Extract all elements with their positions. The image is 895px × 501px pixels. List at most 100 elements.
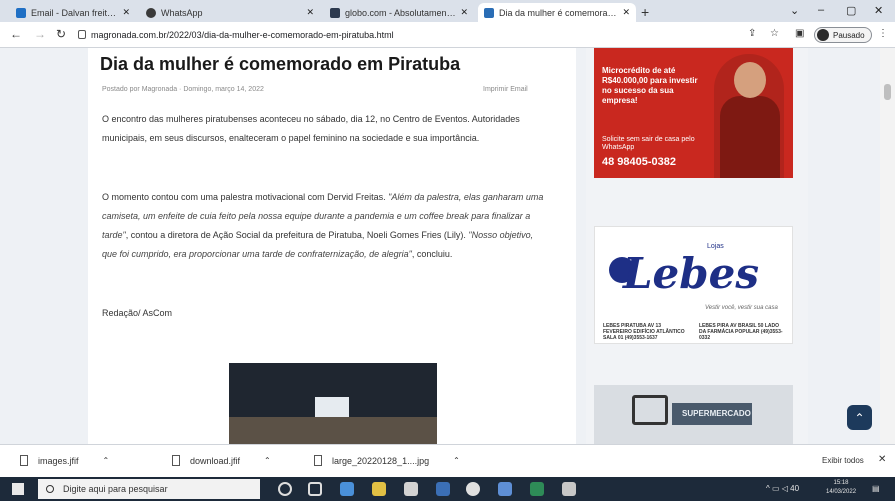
text: O momento contou com uma palestra motiva…: [102, 192, 389, 202]
forward-arrow-icon[interactable]: →: [34, 27, 46, 41]
ad-whatsapp-text: Solicite sem sair de casa pelo WhatsApp: [602, 136, 695, 151]
close-shelf-button[interactable]: ✕: [878, 454, 886, 465]
lebes-slogan: Vestir você, vestir sua casa: [705, 305, 778, 311]
close-window-button[interactable]: ✕: [874, 4, 883, 17]
paragraph-credit: Redação/ AsCom: [102, 308, 173, 318]
ad-phone: 48 98405-0382: [602, 156, 677, 168]
tab-article[interactable]: Dia da mulher é comemorado em ✕: [478, 3, 636, 22]
sidebar-icon[interactable]: ▣: [795, 28, 804, 39]
tab-label: WhatsApp: [161, 7, 203, 18]
ad-person-image: [714, 54, 784, 178]
close-icon[interactable]: ✕: [302, 7, 314, 18]
sidebar: Microcrédito de até R$40.000,00 para inv…: [586, 48, 808, 444]
download-name: download.jfif: [190, 455, 241, 466]
print-email-links[interactable]: Imprimir Email: [483, 86, 528, 93]
menu-icon[interactable]: ⋮: [878, 28, 888, 39]
notifications-icon[interactable]: ▤: [872, 484, 880, 493]
chrome-icon[interactable]: [466, 482, 480, 496]
mail-icon[interactable]: [404, 482, 418, 496]
scroll-to-top-button[interactable]: ⌃: [847, 405, 872, 430]
site-favicon-icon: [484, 7, 494, 18]
outlook-icon: [16, 7, 26, 18]
paragraph-2: O momento contou com uma palestra motiva…: [102, 188, 547, 264]
page-viewport: Dia da mulher é comemorado em Piratuba P…: [0, 48, 895, 444]
text: , contou a diretora de Ação Social da pr…: [125, 230, 469, 240]
audience: [229, 417, 437, 444]
back-arrow-icon[interactable]: ←: [10, 27, 22, 41]
text: , concluiu.: [411, 249, 453, 259]
file-explorer-icon[interactable]: [372, 482, 386, 496]
close-icon[interactable]: ✕: [118, 7, 130, 18]
article-byline: Postado por Magronada · Domingo, março 1…: [102, 86, 264, 93]
chevron-up-icon[interactable]: ⌃: [103, 456, 110, 465]
date: 14/03/2022: [826, 489, 857, 495]
download-item[interactable]: images.jfif ⌃: [20, 455, 109, 466]
scrollbar-thumb[interactable]: [884, 84, 891, 100]
share-icon[interactable]: ⇪: [748, 28, 756, 39]
tab-label: Email - Dalvan freitas - Outlook: [31, 7, 118, 18]
profile-button[interactable]: Pausado: [814, 27, 872, 43]
search-placeholder: Digite aqui para pesquisar: [63, 484, 168, 494]
star-icon[interactable]: ☆: [770, 28, 779, 39]
close-icon[interactable]: ✕: [456, 7, 468, 18]
search-icon: [46, 485, 54, 493]
tab-globo[interactable]: globo.com - Absolutamente tudo ✕: [324, 3, 474, 22]
tab-outlook[interactable]: Email - Dalvan freitas - Outlook ✕: [10, 3, 136, 22]
new-tab-button[interactable]: +: [641, 4, 649, 20]
chevron-up-icon: ⌃: [854, 410, 865, 425]
word-icon[interactable]: [436, 482, 450, 496]
avatar: [817, 29, 829, 41]
lebes-address-1: LEBES PIRATUBA AV 13 FEVEREIRO EDIFÍCIO …: [603, 323, 685, 341]
download-item[interactable]: large_20220128_1....jpg ⌃: [314, 455, 460, 466]
lebes-logo: Lebes: [623, 249, 759, 298]
minimize-button[interactable]: –: [818, 4, 824, 16]
supermarket-ad[interactable]: SUPERMERCADO: [594, 385, 793, 444]
show-all-downloads-button[interactable]: Exibir todos: [822, 456, 864, 465]
chevron-up-icon[interactable]: ⌃: [264, 456, 271, 465]
tab-label: globo.com - Absolutamente tudo: [345, 7, 456, 18]
vertical-scrollbar[interactable]: [880, 48, 895, 444]
tab-whatsapp[interactable]: WhatsApp ✕: [140, 3, 320, 22]
task-view-icon[interactable]: [308, 482, 322, 496]
coat: [720, 96, 780, 178]
windows-start-icon[interactable]: [12, 483, 24, 495]
reload-icon[interactable]: ↻: [56, 27, 66, 41]
file-icon: [172, 455, 180, 466]
excel-icon[interactable]: [530, 482, 544, 496]
time: 15:18: [833, 480, 849, 486]
downloads-shelf: images.jfif ⌃ download.jfif ⌃ large_2022…: [0, 444, 895, 477]
article: Dia da mulher é comemorado em Piratuba P…: [88, 48, 576, 444]
download-name: large_20220128_1....jpg: [332, 455, 430, 466]
close-icon[interactable]: ✕: [618, 7, 630, 18]
url-text: magronada.com.br/2022/03/dia-da-mulher-e…: [91, 29, 394, 40]
chevron-up-icon[interactable]: ⌃: [453, 456, 460, 465]
app-icon[interactable]: [498, 482, 512, 496]
microcredit-ad[interactable]: Microcrédito de até R$40.000,00 para inv…: [594, 48, 793, 178]
clock[interactable]: 15:18 14/03/2022: [826, 479, 856, 497]
browser-toolbar: ← → ↻ magronada.com.br/2022/03/dia-da-mu…: [0, 22, 895, 48]
address-bar[interactable]: magronada.com.br/2022/03/dia-da-mulher-e…: [78, 26, 728, 43]
browser-window: Email - Dalvan freitas - Outlook ✕ Whats…: [0, 0, 895, 501]
globo-icon: [330, 7, 340, 18]
cortana-icon[interactable]: [278, 482, 292, 496]
tab-search-button[interactable]: ⌄: [790, 4, 799, 17]
article-title: Dia da mulher é comemorado em Piratuba: [100, 54, 461, 74]
download-name: images.jfif: [38, 455, 79, 466]
file-icon: [314, 455, 322, 466]
lebes-address-2: LEBES PIRA AV BRASIL 50 LADO DA FARMÁCIA…: [699, 323, 783, 341]
profile-label: Pausado: [833, 30, 865, 40]
lebes-ad[interactable]: Lojas Lebes Vestir você, vestir sua casa…: [594, 226, 793, 344]
projector-screen: [315, 397, 349, 417]
cart-icon: [632, 395, 668, 425]
event-photo[interactable]: [229, 363, 437, 444]
taskbar: Digite aqui para pesquisar ^ ▭ ◁ 40 15:1…: [0, 477, 895, 501]
maximize-button[interactable]: ▢: [846, 4, 856, 17]
file-icon: [20, 455, 28, 466]
taskbar-search[interactable]: Digite aqui para pesquisar: [38, 479, 260, 499]
download-item[interactable]: download.jfif ⌃: [172, 455, 271, 466]
face: [734, 62, 766, 98]
tab-label: Dia da mulher é comemorado em: [499, 7, 618, 18]
system-tray[interactable]: ^ ▭ ◁ 40: [766, 484, 799, 493]
app-icon[interactable]: [562, 482, 576, 496]
edge-icon[interactable]: [340, 482, 354, 496]
